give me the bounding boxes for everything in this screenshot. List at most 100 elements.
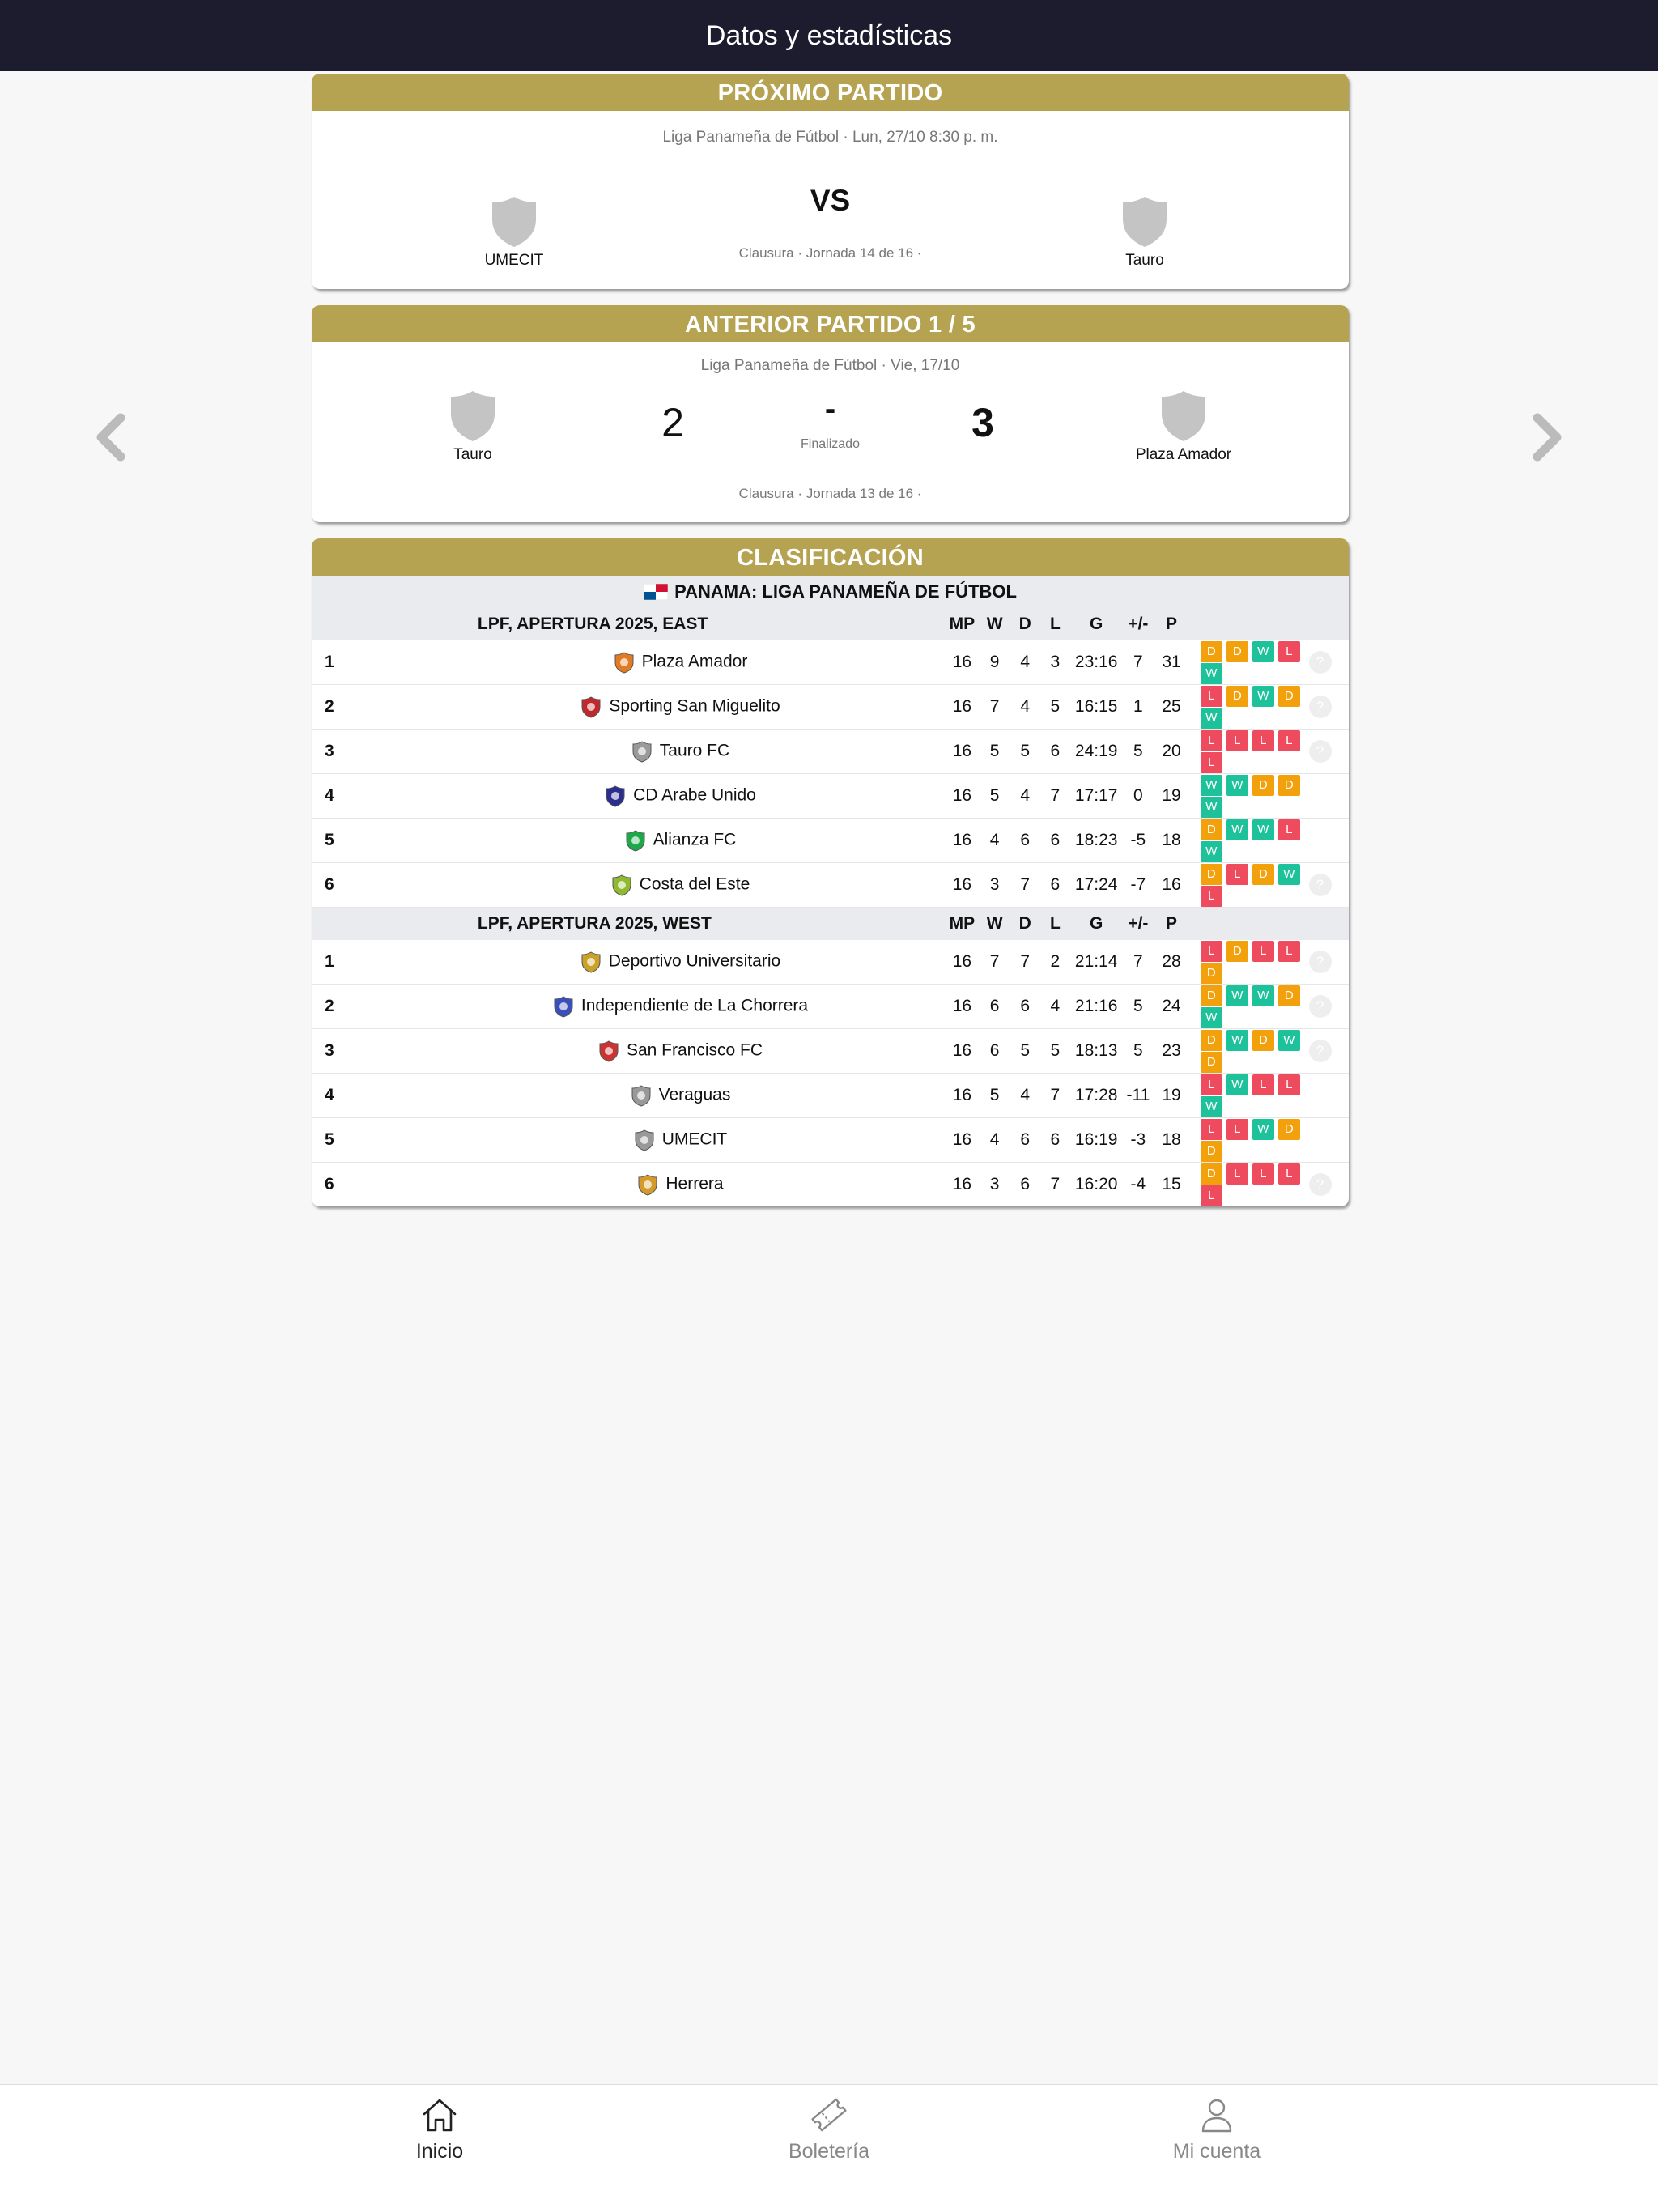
- league-name: PANAMA: LIGA PANAMEÑA DE FÚTBOL: [674, 581, 1017, 602]
- table-row[interactable]: 5 UMECIT 16 4 6 6 16:19 -3 18 L L W DD: [312, 1117, 1349, 1163]
- stat-g: 18:23: [1069, 818, 1123, 863]
- team-cell[interactable]: Plaza Amador: [414, 640, 946, 685]
- help-icon[interactable]: ?: [1308, 740, 1332, 763]
- form-badge: W: [1252, 819, 1274, 840]
- previous-match-card[interactable]: ANTERIOR PARTIDO 1 / 5 Liga Panameña de …: [312, 305, 1349, 522]
- team-cell[interactable]: Herrera: [415, 1162, 945, 1206]
- form-cell: L D L LD: [1188, 939, 1309, 985]
- table-row[interactable]: 2 Sporting San Miguelito 16 7 4 5 16:15 1 25 L D W D…: [312, 684, 1349, 730]
- team-cell[interactable]: San Francisco FC: [414, 1028, 946, 1074]
- column-header: D: [1010, 907, 1040, 940]
- tab-mi-cuenta[interactable]: Mi cuenta: [1055, 2085, 1379, 2163]
- table-row[interactable]: 4 Veraguas 16 5 4 7 17:28 -11 19 L W L LW: [312, 1073, 1349, 1118]
- form-cell: D L L LL: [1189, 1162, 1309, 1206]
- tab-label: Inicio: [415, 2140, 464, 2163]
- group-header-row: LPF, APERTURA 2025, WEST MP W D L G +/- P: [312, 907, 1349, 940]
- table-row[interactable]: 6 Costa del Este 16 3 7 6 17:24 -7 16 D L D WL?: [312, 862, 1349, 908]
- stat-mp: 16: [952, 1174, 972, 1193]
- stat-d: 4: [1010, 773, 1040, 819]
- column-header: L: [1039, 907, 1070, 940]
- form-badge: W: [1200, 1006, 1222, 1028]
- tab-boleteria[interactable]: Boletería: [667, 2085, 991, 2163]
- team-cell[interactable]: Independiente de La Chorrera: [414, 984, 946, 1029]
- table-row[interactable]: 3 Tauro FC 16 5 5 6 24:19 5 20 L L L LL?: [312, 729, 1349, 774]
- stat-w: 5: [979, 729, 1010, 774]
- form-badge: W: [1200, 708, 1222, 729]
- stat-d: 4: [1010, 640, 1040, 685]
- table-row[interactable]: 1 Plaza Amador 16 9 4 3 23:16 7 31 D D W LW?: [312, 640, 1349, 685]
- form-cell: L L L LL: [1188, 729, 1309, 774]
- stat-gd: 5: [1122, 1028, 1154, 1074]
- position: 3: [312, 1028, 415, 1074]
- team-cell[interactable]: Deportivo Universitario: [414, 939, 946, 985]
- stat-l: 5: [1039, 684, 1070, 730]
- stat-gd: -11: [1122, 1073, 1154, 1118]
- form-badge: W: [1278, 864, 1300, 885]
- table-row[interactable]: 5 Alianza FC 16 4 6 6 18:23 -5 18 D W W LW: [312, 818, 1349, 863]
- team-logo-icon: [612, 874, 631, 896]
- help-icon[interactable]: ?: [1308, 1039, 1332, 1062]
- form-badge: D: [1278, 985, 1300, 1006]
- form-cell: D W D WD: [1188, 1028, 1309, 1074]
- stat-d: 7: [1010, 939, 1040, 985]
- form-badge: W: [1200, 797, 1222, 818]
- team-cell[interactable]: Tauro FC: [414, 729, 946, 774]
- form-badge: D: [1200, 1029, 1222, 1051]
- stat-p: 31: [1154, 640, 1189, 685]
- form-badge: D: [1278, 1118, 1300, 1140]
- team-cell[interactable]: Costa del Este: [414, 862, 946, 908]
- table-row[interactable]: 6 Herrera 16 3 6 7 16:20 -4 15 D L L LL?: [312, 1162, 1349, 1206]
- stat-p: 18: [1154, 1117, 1189, 1163]
- table-row[interactable]: 3 San Francisco FC 16 6 5 5 18:13 5 23 D W D WD?: [312, 1028, 1349, 1074]
- table-row[interactable]: 4 CD Arabe Unido 16 5 4 7 17:17 0 19 W W D DW: [312, 773, 1349, 819]
- team-name: Alianza FC: [653, 830, 737, 849]
- column-header: G: [1069, 608, 1123, 640]
- form-badge: L: [1200, 752, 1222, 773]
- stat-p: 23: [1154, 1028, 1189, 1074]
- stat-mp: 16: [945, 939, 980, 985]
- help-icon[interactable]: ?: [1308, 950, 1332, 973]
- help-icon[interactable]: ?: [1308, 1172, 1332, 1196]
- form-badge: W: [1200, 775, 1222, 796]
- tab-label: Mi cuenta: [1172, 2140, 1261, 2163]
- stat-p: 20: [1154, 729, 1189, 774]
- stat-d: 5: [1010, 729, 1040, 774]
- stat-w: 9: [979, 640, 1010, 685]
- team-cell[interactable]: Alianza FC: [414, 818, 946, 863]
- page-title: Datos y estadísticas: [705, 19, 953, 51]
- stat-w: 4: [979, 1117, 1010, 1163]
- form-badge: L: [1278, 1163, 1300, 1185]
- stat-mp: 16: [945, 640, 980, 685]
- stat-w: 7: [979, 939, 1010, 985]
- team-name: Veraguas: [658, 1085, 731, 1104]
- stat-p: 19: [1154, 1073, 1189, 1118]
- next-arrow-icon[interactable]: [1526, 413, 1567, 462]
- form-badge: W: [1226, 775, 1248, 796]
- next-match-heading: PRÓXIMO PARTIDO: [312, 74, 1349, 111]
- team-name: Plaza Amador: [1135, 446, 1232, 463]
- next-match-card[interactable]: PRÓXIMO PARTIDO Liga Panameña de Fútbol …: [312, 74, 1349, 289]
- help-icon[interactable]: ?: [1308, 874, 1332, 896]
- form-badge: D: [1200, 864, 1222, 885]
- help-icon[interactable]: ?: [1308, 994, 1332, 1018]
- stat-w: 3: [979, 862, 1010, 908]
- standings-card: CLASIFICACIÓN PANAMA: LIGA PANAMEÑA DE F…: [312, 538, 1349, 1206]
- team-name: UMECIT: [661, 1129, 728, 1149]
- table-row[interactable]: 2 Independiente de La Chorrera 16 6 6 4 21:16 5…: [312, 984, 1349, 1029]
- stat-gd: 7: [1122, 939, 1154, 985]
- team-logo-icon: [638, 1173, 657, 1196]
- help-icon[interactable]: ?: [1308, 696, 1332, 718]
- form-badge: W: [1252, 686, 1274, 707]
- team-cell[interactable]: Veraguas: [414, 1073, 946, 1118]
- team-cell[interactable]: CD Arabe Unido: [414, 773, 946, 819]
- team-logo-icon: [581, 951, 601, 973]
- table-row[interactable]: 1 Deportivo Universitario 16 7 7 2 21:14 7 28 L D L…: [312, 939, 1349, 985]
- team-cell[interactable]: UMECIT: [414, 1117, 946, 1163]
- tab-inicio[interactable]: Inicio: [278, 2085, 602, 2163]
- team-cell[interactable]: Sporting San Miguelito: [414, 684, 946, 730]
- help-icon[interactable]: ?: [1308, 651, 1332, 674]
- previous-arrow-icon[interactable]: [91, 413, 132, 462]
- team-name: Independiente de La Chorrera: [580, 996, 809, 1015]
- stat-mp: 16: [945, 684, 980, 730]
- stat-p: 25: [1154, 684, 1189, 730]
